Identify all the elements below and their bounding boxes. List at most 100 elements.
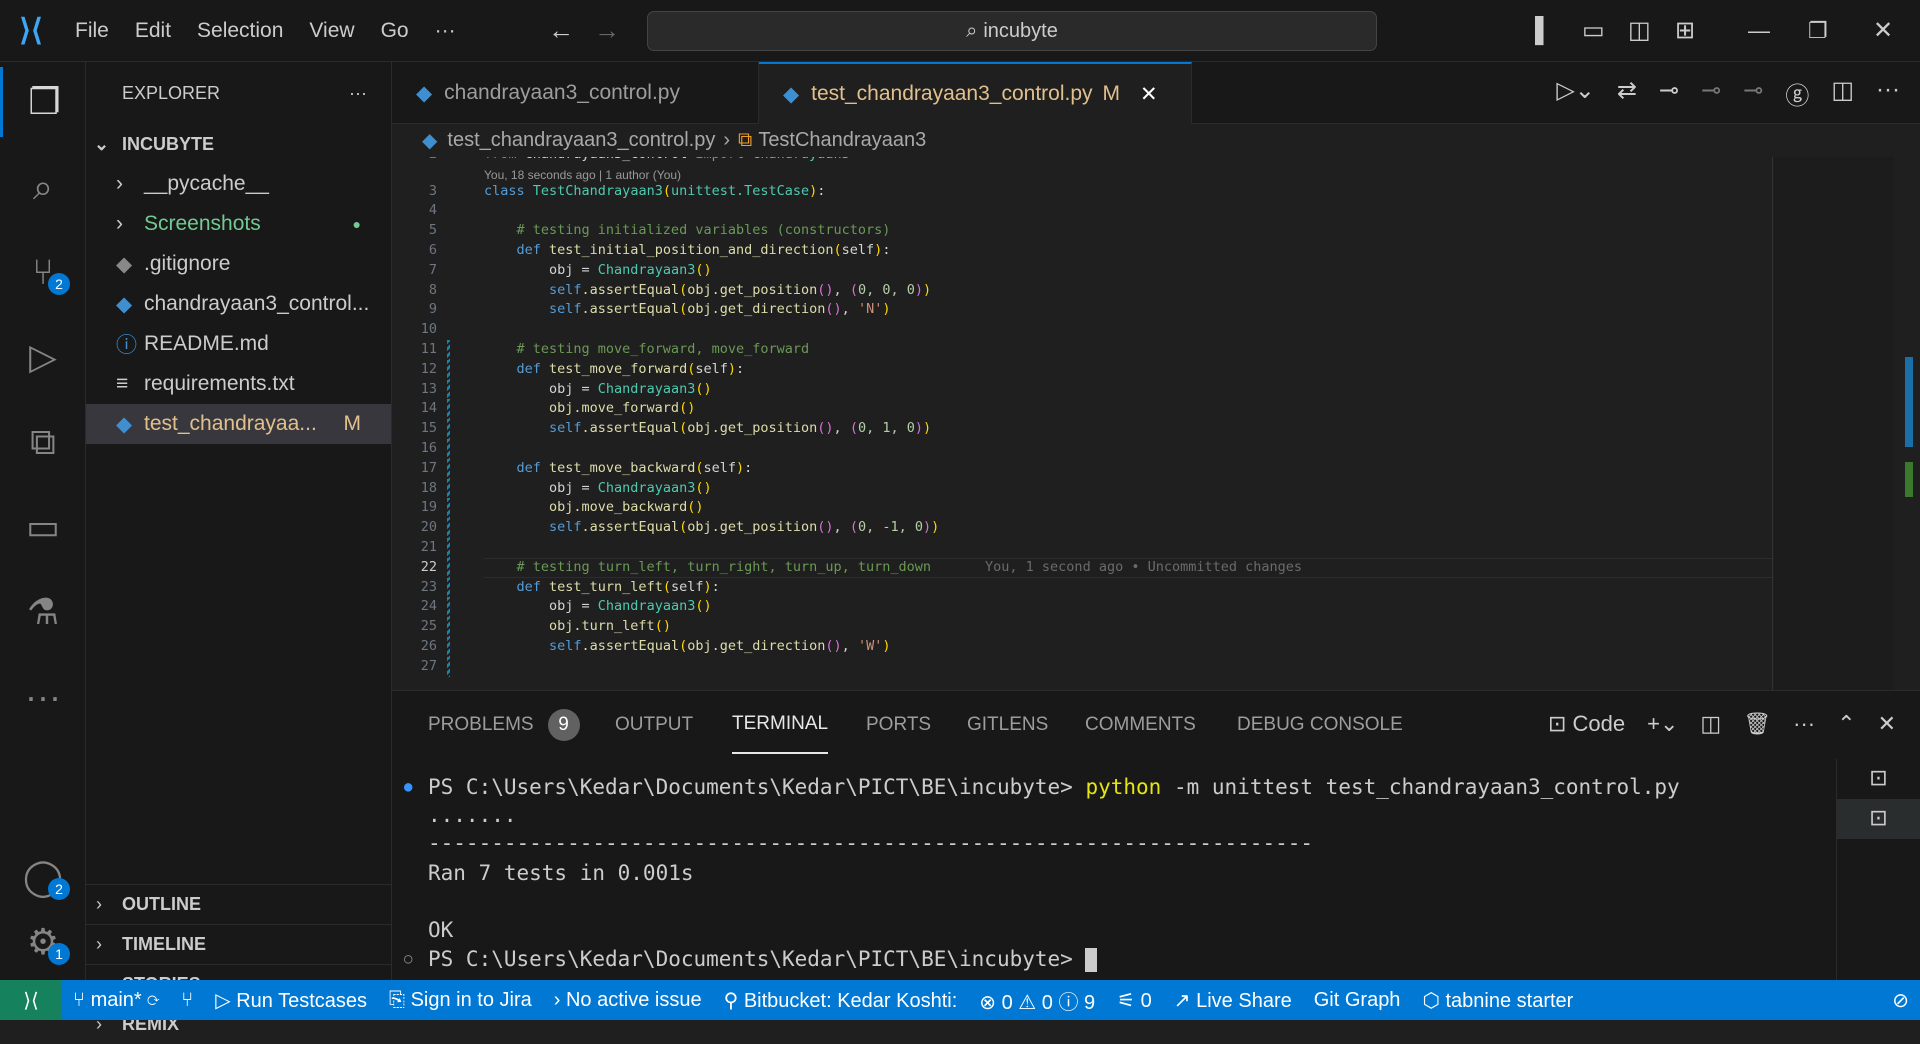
git-modified-gutter (447, 597, 450, 618)
run-debug-icon[interactable]: ▷ (0, 322, 86, 392)
terminal-line-command[interactable]: ● PS C:\Users\Kedar\Documents\Kedar\PICT\… (404, 775, 1680, 799)
status-bar: ⟩⟨ ⑂ main* ⟳ ⑂ ▷ Run Testcases ⎘ Sign in… (0, 980, 1920, 1020)
breadcrumb-symbol[interactable]: TestChandrayaan3 (758, 129, 926, 152)
search-icon[interactable]: ⌕ (0, 152, 86, 222)
tab-ports[interactable]: PORTS (866, 691, 931, 759)
editor-tabs: ◆ chandrayaan3_control.py ◆ test_chandraya… (392, 62, 1920, 124)
remote-indicator-icon[interactable]: ⟩⟨ (0, 980, 62, 1020)
section-outline[interactable]: › OUTLINE (86, 884, 391, 924)
minimize-icon[interactable]: — (1748, 18, 1770, 44)
tabnine-button[interactable]: ⬡ tabnine starter (1411, 988, 1584, 1013)
tab-comments[interactable]: COMMENTS (1085, 691, 1196, 759)
tree-item[interactable]: › Screenshots ● (86, 204, 391, 244)
close-tab-icon[interactable]: ✕ (1140, 82, 1158, 107)
scrollbar[interactable] (1897, 157, 1920, 690)
tab-problems[interactable]: PROBLEMS 9 (428, 691, 580, 759)
terminal-profile-button[interactable]: ⊡ Code (1548, 711, 1625, 737)
activity-bar: ❐ ⌕ ⑂ 2 ▷ ⧉ ▭ ⚗ ··· ◯ 2 ⚙ 1 (0, 62, 86, 980)
tree-item[interactable]: › __pycache__ (86, 164, 391, 204)
remote-explorer-icon[interactable]: ▭ (0, 492, 86, 562)
previous-change-icon[interactable]: ⊸ (1659, 76, 1679, 111)
settings-gear-icon[interactable]: ⚙ 1 (0, 907, 86, 977)
tree-item[interactable]: ≡ requirements.txt (86, 364, 391, 404)
git-compare-icon[interactable]: ⑂ (170, 989, 204, 1012)
line-number: 5 (428, 222, 437, 239)
search-icon: ⌕ (966, 19, 978, 42)
breadcrumb-file[interactable]: test_chandrayaan3_control.py (447, 129, 715, 152)
revision-icon[interactable]: ⊸ (1701, 76, 1721, 111)
more-actions-icon[interactable]: ··· (1876, 76, 1900, 111)
tree-item[interactable]: ◆ chandrayaan3_control... (86, 284, 391, 324)
new-terminal-icon[interactable]: +⌄ (1647, 711, 1678, 737)
code-line: # testing move_forward, move_forward (484, 341, 810, 358)
terminal-output: Ran 7 tests in 0.001s (428, 861, 694, 885)
run-python-file-icon[interactable]: ▷⌄ (1556, 76, 1595, 111)
tab-chandrayaan3-control[interactable]: ◆ chandrayaan3_control.py (392, 62, 759, 124)
tab-gitlens[interactable]: GITLENS (967, 691, 1048, 759)
customize-layout-icon[interactable]: ⊞ (1675, 16, 1695, 45)
problems-button[interactable]: ⊗ 0 ⚠ 0 ⓘ 9 (968, 986, 1106, 1015)
terminal-instance-powershell[interactable]: ⊡ (1837, 759, 1920, 799)
gitlens-icon[interactable]: ⓖ (1785, 76, 1809, 111)
chevron-right-icon: › (723, 129, 731, 151)
source-control-icon[interactable]: ⑂ 2 (0, 237, 86, 307)
split-editor-icon[interactable]: ◫ (1831, 76, 1854, 111)
menu-edit[interactable]: Edit (122, 19, 184, 43)
git-graph-button[interactable]: Git Graph (1303, 989, 1412, 1012)
menu-more[interactable]: ··· (422, 19, 469, 43)
restore-icon[interactable]: ❐ (1808, 18, 1828, 44)
accounts-icon[interactable]: ◯ 2 (0, 842, 86, 912)
tab-debug-console[interactable]: DEBUG CONSOLE (1237, 691, 1403, 759)
code-editor[interactable]: 2 from chandrayaan3_control import Chandr… (392, 157, 1920, 690)
layout-split-icon[interactable]: ◫ (1628, 16, 1651, 45)
branch-button[interactable]: ⑂ main* ⟳ (62, 989, 170, 1012)
bitbucket-button[interactable]: ⚲ Bitbucket: Kedar Koshti: (713, 988, 969, 1013)
tree-item[interactable]: ◆ test_chandrayaa... M (86, 404, 391, 444)
more-icon[interactable]: ··· (0, 662, 86, 732)
close-window-icon[interactable]: ✕ (1873, 16, 1893, 45)
terminal-instance-python[interactable]: ⊡ (1837, 799, 1920, 839)
jira-issue-button[interactable]: › No active issue (543, 989, 713, 1012)
tree-item[interactable]: ⓘ README.md (86, 324, 391, 364)
tab-test-chandrayaan3-control[interactable]: ◆ test_chandrayaan3_control.py M ✕ (759, 62, 1192, 124)
forward-arrow-icon[interactable]: → (594, 15, 620, 46)
ports-button[interactable]: ⚟ 0 (1106, 988, 1163, 1013)
extensions-icon[interactable]: ⧉ (0, 407, 86, 477)
more-icon[interactable]: ··· (1793, 711, 1815, 737)
close-panel-icon[interactable]: ✕ (1878, 711, 1896, 737)
line-number: 14 (420, 400, 437, 417)
menu-go[interactable]: Go (368, 19, 422, 43)
notifications-icon[interactable]: ⊘ (1881, 988, 1920, 1013)
jira-sign-in-button[interactable]: ⎘ Sign in to Jira (378, 989, 543, 1012)
section-timeline[interactable]: › TIMELINE (86, 924, 391, 964)
back-arrow-icon[interactable]: ← (548, 15, 574, 46)
terminal-prompt[interactable]: ○ PS C:\Users\Kedar\Documents\Kedar\PICT\… (404, 947, 1098, 972)
open-changes-icon[interactable]: ⇄ (1617, 76, 1637, 111)
chevron-right-icon: › (116, 172, 123, 195)
tab-output[interactable]: OUTPUT (615, 691, 693, 759)
minimap[interactable] (1774, 157, 1894, 690)
next-change-icon[interactable]: ⊸ (1743, 76, 1763, 111)
maximize-panel-icon[interactable]: ⌃ (1837, 711, 1855, 737)
layout-sidebar-icon[interactable]: ▌ (1535, 17, 1552, 45)
menu-view[interactable]: View (296, 19, 367, 43)
codelens-authors[interactable]: You, 18 seconds ago | 1 author (You) (484, 168, 681, 182)
class-symbol-icon: ⧉ (738, 129, 753, 151)
run-testcases-button[interactable]: ▷ Run Testcases (204, 988, 378, 1013)
tree-item[interactable]: ◆ .gitignore (86, 244, 391, 284)
live-share-icon: ↗ (1173, 989, 1197, 1012)
trash-icon[interactable]: 🗑 (1743, 711, 1771, 737)
more-actions-button[interactable]: ··· (349, 83, 367, 104)
workspace-root[interactable]: ⌄ INCUBYTE (86, 124, 391, 164)
menu-selection[interactable]: Selection (184, 19, 296, 43)
command-center-search[interactable]: ⌕ incubyte (647, 11, 1377, 51)
live-share-button[interactable]: ↗ Live Share (1163, 988, 1303, 1013)
tab-terminal[interactable]: TERMINAL (732, 696, 829, 754)
split-terminal-icon[interactable]: ◫ (1700, 711, 1721, 737)
menu-file[interactable]: File (62, 19, 122, 43)
untracked-dot-icon: ● (352, 216, 361, 232)
layout-panel-icon[interactable]: ▭ (1582, 16, 1605, 45)
line-number: 8 (428, 281, 437, 298)
explorer-icon[interactable]: ❐ (0, 67, 86, 137)
testing-flask-icon[interactable]: ⚗ (0, 577, 86, 647)
